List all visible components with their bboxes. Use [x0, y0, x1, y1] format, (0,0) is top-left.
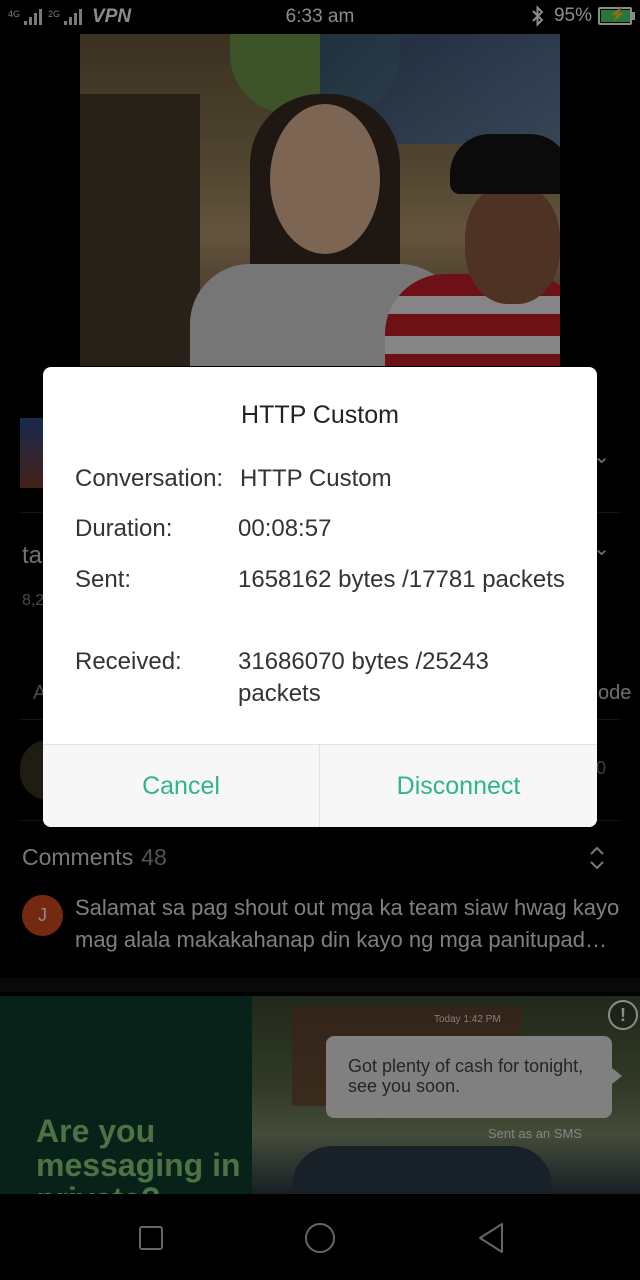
disconnect-dialog: HTTP Custom Conversation: HTTP Custom Du…	[43, 367, 597, 827]
row-value: HTTP Custom	[240, 465, 392, 492]
row-value: 31686070 bytes /25243 packets	[238, 648, 489, 707]
cancel-button[interactable]: Cancel	[43, 745, 319, 827]
row-value: 00:08:57	[238, 515, 332, 542]
row-label: Duration:	[75, 515, 173, 542]
dialog-title: HTTP Custom	[241, 401, 399, 429]
row-label: Received:	[75, 648, 182, 675]
row-value: 1658162 bytes /17781 packets	[238, 566, 565, 593]
dialog-actions: Cancel Disconnect	[43, 744, 597, 827]
row-label: Sent:	[75, 566, 132, 593]
disconnect-button[interactable]: Disconnect	[320, 745, 597, 827]
row-label: Conversation:	[75, 465, 224, 492]
